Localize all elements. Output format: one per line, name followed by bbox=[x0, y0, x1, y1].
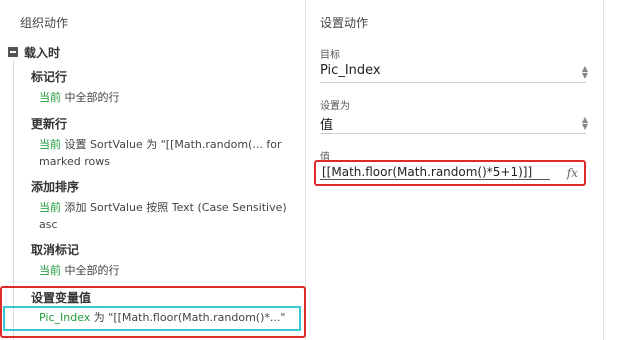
value-underline bbox=[320, 179, 550, 180]
action-detail: 添加 SortValue 按照 Text (Case Sensitive) bbox=[61, 201, 287, 214]
set-to-select[interactable]: 值 bbox=[320, 114, 333, 133]
target-underline bbox=[320, 82, 586, 83]
event-onload[interactable]: 载入时 bbox=[8, 44, 60, 60]
action-description[interactable]: 当前 中全部的行 bbox=[39, 262, 294, 279]
function-icon[interactable]: fx bbox=[567, 166, 578, 180]
action-detail: 中全部的行 bbox=[61, 91, 120, 104]
action-detail: 中全部的行 bbox=[61, 264, 120, 277]
value-text[interactable]: [[Math.floor(Math.random()*5+1)]] bbox=[322, 165, 532, 179]
action-detail-line2: marked rows bbox=[39, 155, 110, 168]
event-label: 载入时 bbox=[24, 45, 61, 60]
action-title[interactable]: 更新行 bbox=[31, 115, 67, 132]
target-name: 当前 bbox=[39, 201, 61, 214]
action-description[interactable]: 当前 中全部的行 bbox=[39, 89, 294, 106]
target-name: 当前 bbox=[39, 91, 61, 104]
action-title[interactable]: 添加排序 bbox=[31, 178, 79, 195]
panel-title: 组织动作 bbox=[20, 16, 69, 30]
target-label: 目标 bbox=[320, 50, 340, 61]
highlight-outline bbox=[0, 286, 306, 338]
target-name: 当前 bbox=[39, 138, 61, 151]
updown-arrows-icon[interactable]: ▲ ▼ bbox=[580, 65, 590, 80]
action-detail: 设置 SortValue 为 "[[Math.random(... for bbox=[61, 138, 282, 151]
set-to-underline bbox=[320, 133, 586, 134]
action-description[interactable]: 当前 添加 SortValue 按照 Text (Case Sensitive)… bbox=[39, 199, 294, 233]
target-name: 当前 bbox=[39, 264, 61, 277]
action-detail-line2: asc bbox=[39, 218, 58, 231]
panel-title: 设置动作 bbox=[320, 16, 369, 30]
value-input[interactable]: [[Math.floor(Math.random()*5+1)]] fx bbox=[314, 160, 586, 186]
updown-arrows-icon[interactable]: ▲ ▼ bbox=[580, 116, 590, 131]
action-description[interactable]: 当前 设置 SortValue 为 "[[Math.random(... for… bbox=[39, 136, 294, 170]
target-select[interactable]: Pic_Index bbox=[320, 63, 381, 78]
action-title[interactable]: 标记行 bbox=[31, 68, 67, 85]
organize-actions-panel: 组织动作 载入时 标记行 当前 中全部的行 更新行 当前 设置 SortValu… bbox=[0, 0, 306, 340]
set-to-label: 设置为 bbox=[320, 101, 350, 112]
action-title[interactable]: 取消标记 bbox=[31, 241, 79, 258]
collapse-icon[interactable] bbox=[8, 47, 18, 57]
